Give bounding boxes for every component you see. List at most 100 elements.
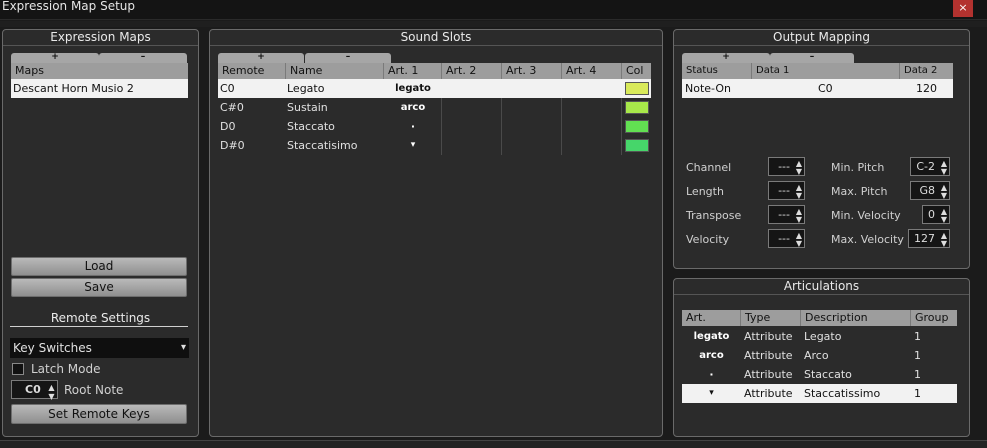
art-description: Legato	[804, 330, 842, 343]
col-art: Art.	[682, 310, 741, 326]
key-switches-select[interactable]: Key Switches ▾	[10, 338, 189, 358]
slot-art1[interactable]: ·	[384, 117, 442, 136]
length-field[interactable]: --- ▲ ▼	[768, 181, 805, 200]
slot-remote: C#0	[220, 101, 244, 114]
bottom-strip	[0, 440, 987, 448]
save-button[interactable]: Save	[11, 278, 187, 297]
articulations-title: Articulations	[674, 279, 969, 295]
load-button[interactable]: Load	[11, 257, 187, 276]
output-data1: C0	[818, 82, 833, 95]
length-label: Length	[686, 185, 724, 198]
root-note-field[interactable]: C0 ▲▼	[11, 380, 58, 401]
min-pitch-label: Min. Pitch	[831, 161, 885, 174]
map-item-label: Descant Horn Musio 2	[13, 82, 134, 95]
spin-arrows-icon[interactable]: ▲▼	[796, 184, 802, 200]
channel-label: Channel	[686, 161, 732, 174]
spin-arrows-icon[interactable]: ▲▼	[941, 232, 947, 248]
col-color: Col	[626, 64, 644, 77]
slot-color-swatch[interactable]	[625, 120, 649, 133]
max-pitch-value: G8	[919, 184, 935, 197]
output-header: Status Data 1 Data 2	[682, 63, 953, 79]
min-velocity-value: 0	[928, 208, 935, 221]
velocity-field[interactable]: --- ▲ ▼	[768, 229, 805, 248]
add-output-button[interactable]: +	[682, 53, 770, 63]
art-symbol: ·	[709, 368, 714, 381]
output-row[interactable]: Note-On C0 120	[682, 79, 953, 98]
art-group: 1	[914, 368, 921, 381]
art-type: Attribute	[744, 368, 793, 381]
transpose-field[interactable]: --- ▲ ▼	[768, 205, 805, 224]
min-velocity-field[interactable]: 0 ▲ ▼	[922, 205, 950, 224]
remove-slot-button[interactable]: –	[305, 53, 391, 63]
articulation-row[interactable]: ▾ Attribute Staccatissimo 1	[682, 384, 957, 403]
art-symbol: ▾	[709, 388, 714, 398]
spin-arrows-icon[interactable]: ▲▼	[796, 232, 802, 248]
remote-settings-divider	[10, 326, 188, 327]
table-row[interactable]: D#0 Staccatisimo ▾	[218, 136, 651, 155]
channel-field[interactable]: --- ▲ ▼	[768, 157, 805, 176]
art-description: Arco	[804, 349, 829, 362]
slot-name: Sustain	[287, 101, 328, 114]
latch-mode-checkbox[interactable]	[12, 363, 24, 375]
add-slot-button[interactable]: +	[218, 53, 304, 63]
chevron-down-icon: ▾	[180, 342, 186, 353]
key-switches-value: Key Switches	[13, 341, 92, 355]
sound-slots-header: Remote Name Art. 1 Art. 2 Art. 3 Art. 4 …	[218, 63, 651, 79]
slot-name: Legato	[287, 82, 325, 95]
maps-header-label: Maps	[15, 64, 44, 77]
articulation-row[interactable]: legato Attribute Legato 1	[682, 327, 957, 346]
map-item[interactable]: Descant Horn Musio 2	[11, 79, 188, 98]
output-data2: 120	[916, 82, 937, 95]
col-art3: Art. 3	[502, 63, 562, 79]
root-note-label: Root Note	[64, 383, 124, 397]
min-pitch-field[interactable]: C-2 ▲ ▼	[910, 157, 950, 176]
max-pitch-field[interactable]: G8 ▲ ▼	[910, 181, 950, 200]
table-row[interactable]: C0 Legato legato	[218, 79, 651, 98]
art-group: 1	[914, 387, 921, 400]
articulation-row[interactable]: · Attribute Staccato 1	[682, 365, 957, 384]
slot-name: Staccatisimo	[287, 139, 358, 152]
col-status: Status	[682, 63, 752, 79]
set-remote-keys-button[interactable]: Set Remote Keys	[11, 404, 187, 424]
slot-name: Staccato	[287, 120, 335, 133]
spin-arrows-icon[interactable]: ▲▼	[47, 383, 56, 401]
add-map-button[interactable]: +	[11, 53, 99, 63]
spin-arrows-icon[interactable]: ▲▼	[796, 208, 802, 224]
col-description: Description	[801, 310, 911, 326]
output-status: Note-On	[685, 82, 731, 95]
close-button[interactable]: ×	[953, 0, 973, 17]
spin-arrows-icon[interactable]: ▲▼	[796, 160, 802, 176]
slot-art1[interactable]: arco	[384, 98, 442, 117]
remove-output-button[interactable]: –	[770, 53, 854, 63]
expression-maps-title: Expression Maps	[3, 30, 198, 46]
articulation-row[interactable]: arco Attribute Arco 1	[682, 346, 957, 365]
maps-header: Maps	[11, 63, 188, 79]
table-row[interactable]: D0 Staccato ·	[218, 117, 651, 136]
col-name: Name	[286, 63, 384, 79]
slot-art1[interactable]: ▾	[384, 136, 442, 155]
slot-color-swatch[interactable]	[625, 101, 649, 114]
spin-arrows-icon[interactable]: ▲▼	[941, 160, 947, 176]
slot-art1[interactable]: legato	[384, 79, 442, 98]
articulations-header: Art. Type Description Group	[682, 310, 957, 326]
art-type: Attribute	[744, 387, 793, 400]
art-description: Staccatissimo	[804, 387, 881, 400]
art-description: Staccato	[804, 368, 852, 381]
art-group: 1	[914, 330, 921, 343]
max-velocity-field[interactable]: 127 ▲ ▼	[908, 229, 950, 248]
remove-map-button[interactable]: –	[99, 53, 187, 63]
spin-arrows-icon[interactable]: ▲▼	[941, 208, 947, 224]
spin-arrows-icon[interactable]: ▲▼	[941, 184, 947, 200]
col-art4: Art. 4	[562, 63, 622, 79]
art-type: Attribute	[744, 349, 793, 362]
length-value: ---	[778, 184, 790, 197]
slot-color-swatch[interactable]	[625, 82, 649, 95]
output-mapping-title: Output Mapping	[674, 30, 969, 46]
table-row[interactable]: C#0 Sustain arco	[218, 98, 651, 117]
window-title: Expression Map Setup	[2, 0, 136, 13]
col-data1: Data 1	[752, 63, 900, 79]
col-art2: Art. 2	[442, 63, 502, 79]
slot-color-swatch[interactable]	[625, 139, 649, 152]
max-velocity-value: 127	[914, 232, 935, 245]
col-type: Type	[741, 310, 801, 326]
